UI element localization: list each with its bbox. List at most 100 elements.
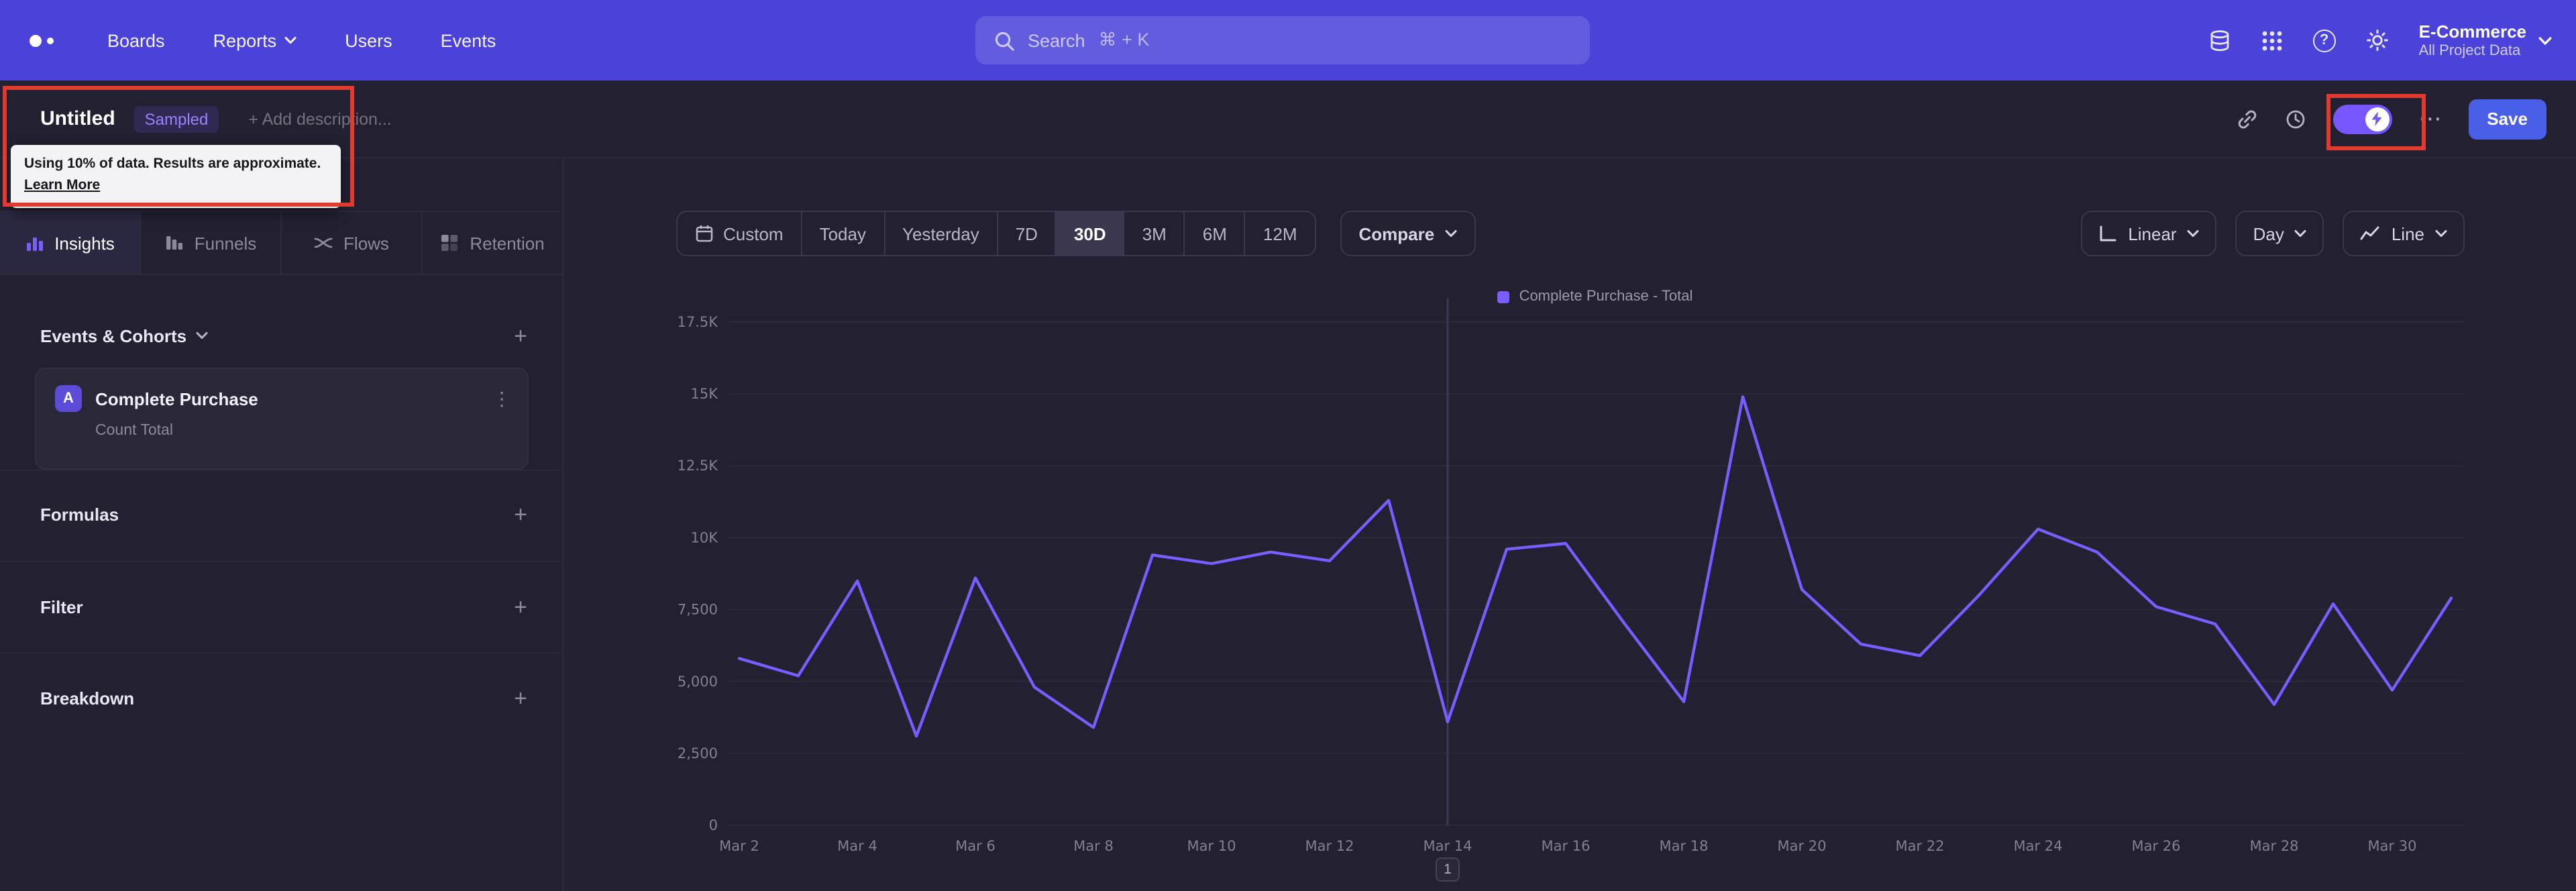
add-event-button[interactable]: +: [514, 324, 527, 347]
sampling-toggle[interactable]: [2332, 104, 2392, 134]
series-badge: A: [55, 385, 82, 412]
project-name: E-Commerce: [2418, 21, 2526, 42]
app-window: Boards Reports Users Events Search ⌘ + K…: [0, 0, 2576, 891]
line-chart[interactable]: 0 2,500 5,000 7,500 10K 12.5K 15K 17.5K Mar 2 Mar…: [564, 242, 2576, 891]
svg-text:Mar 4: Mar 4: [837, 838, 877, 854]
data-management-button[interactable]: [2208, 29, 2231, 52]
more-options-button[interactable]: ⋯: [2418, 107, 2441, 130]
top-right-actions: ? E-Commerce All Project Data: [2208, 0, 2552, 81]
nav-users[interactable]: Users: [345, 30, 392, 50]
axis-icon: [2098, 224, 2117, 243]
add-formula-button[interactable]: +: [514, 503, 527, 525]
add-description[interactable]: + Add description...: [248, 109, 391, 128]
help-icon: ?: [2319, 32, 2329, 48]
divider: [0, 561, 562, 562]
search-placeholder: Search: [1028, 30, 1085, 50]
toolbar-actions: ⋯ Save: [2236, 99, 2546, 139]
report-toolbar: Untitled Sampled + Add description... ⋯ …: [0, 81, 2576, 158]
link-icon: [2237, 109, 2256, 128]
svg-text:10K: 10K: [691, 529, 719, 545]
project-switcher[interactable]: E-Commerce All Project Data: [2419, 21, 2552, 59]
add-breakdown-button[interactable]: +: [514, 686, 527, 709]
svg-text:Mar 2: Mar 2: [719, 838, 759, 854]
divider: [0, 652, 562, 653]
formulas-header: Formulas: [40, 504, 119, 524]
events-cohorts-section: Events & Cohorts +: [40, 319, 527, 352]
main-content: Custom Today Yesterday 7D 30D 3M 6M 12M …: [564, 158, 2576, 891]
breakdown-section: Breakdown +: [40, 682, 527, 714]
svg-text:Mar 12: Mar 12: [1305, 838, 1354, 854]
svg-text:17.5K: 17.5K: [677, 314, 718, 330]
svg-text:Mar 30: Mar 30: [2367, 838, 2416, 854]
copy-link-button[interactable]: [2236, 108, 2257, 129]
tab-insights[interactable]: Insights: [0, 212, 141, 274]
plus-icon: +: [514, 323, 527, 348]
svg-text:Mar 18: Mar 18: [1659, 838, 1708, 854]
tab-funnels[interactable]: Funnels: [141, 212, 282, 274]
svg-text:2,500: 2,500: [678, 745, 718, 762]
svg-text:5,000: 5,000: [678, 674, 718, 690]
logo-dot-icon: [30, 34, 42, 46]
database-icon: [2210, 30, 2229, 51]
help-button[interactable]: ?: [2312, 29, 2336, 52]
line-chart-icon: [2361, 225, 2381, 242]
apps-grid-button[interactable]: [2261, 29, 2284, 52]
chevron-down-icon: [1445, 229, 1457, 238]
ellipsis-icon: ⋯: [2418, 106, 2442, 132]
plus-icon: +: [514, 685, 527, 711]
chevron-down-icon: [2538, 36, 2552, 45]
settings-button[interactable]: [2365, 28, 2390, 52]
tab-flows[interactable]: Flows: [282, 212, 423, 274]
search-input[interactable]: Search ⌘ + K: [975, 16, 1590, 64]
nav-events[interactable]: Events: [441, 30, 496, 50]
retention-icon: [440, 233, 459, 252]
svg-text:Mar 26: Mar 26: [2131, 838, 2180, 854]
add-filter-button[interactable]: +: [514, 595, 527, 618]
plus-icon: +: [514, 594, 527, 619]
pagination-page[interactable]: 1: [1436, 857, 1460, 882]
divider: [0, 470, 562, 471]
svg-text:12.5K: 12.5K: [677, 458, 718, 474]
apps-grid-icon: [2262, 30, 2282, 50]
query-sidebar: Insights Funnels Flows Retention Events …: [0, 158, 564, 891]
calendar-icon: [695, 224, 714, 243]
flows-icon: [314, 233, 333, 252]
svg-text:Mar 6: Mar 6: [955, 838, 996, 854]
svg-text:15K: 15K: [691, 386, 719, 402]
event-name: Complete Purchase: [95, 388, 258, 409]
plus-icon: +: [514, 501, 527, 527]
event-metric-selector[interactable]: Count Total: [95, 423, 527, 439]
nav-reports[interactable]: Reports: [213, 30, 297, 50]
learn-more-link[interactable]: Learn More: [24, 177, 100, 193]
chevron-down-icon: [196, 331, 208, 339]
chevron-down-icon: [2435, 229, 2447, 238]
report-type-tabs: Insights Funnels Flows Retention: [0, 211, 562, 275]
report-title[interactable]: Untitled: [40, 107, 115, 130]
history-button[interactable]: [2284, 108, 2306, 129]
sampling-tooltip-message: Using 10% of data. Results are approxima…: [24, 156, 321, 172]
event-options-button[interactable]: ⋮: [492, 387, 511, 410]
filter-header: Filter: [40, 596, 83, 617]
svg-text:Mar 24: Mar 24: [2013, 838, 2062, 854]
kebab-icon: ⋮: [492, 387, 511, 409]
svg-text:Mar 14: Mar 14: [1423, 838, 1472, 854]
chevron-down-icon: [284, 36, 297, 44]
event-card[interactable]: A Complete Purchase ⋮ Count Total: [35, 368, 529, 470]
formulas-section: Formulas +: [40, 498, 527, 530]
chevron-down-icon: [2188, 229, 2200, 238]
nav-boards[interactable]: Boards: [107, 30, 165, 50]
top-nav: Boards Reports Users Events Search ⌘ + K…: [0, 0, 2576, 81]
insights-icon: [25, 233, 44, 252]
search-icon: [994, 30, 1014, 50]
sampled-badge[interactable]: Sampled: [133, 105, 219, 132]
project-scope: All Project Data: [2418, 43, 2521, 59]
tab-retention[interactable]: Retention: [423, 212, 562, 274]
mixpanel-logo[interactable]: [30, 34, 54, 46]
svg-text:Mar 10: Mar 10: [1187, 838, 1236, 854]
events-cohorts-header[interactable]: Events & Cohorts: [40, 325, 208, 346]
chevron-down-icon: [2295, 229, 2307, 238]
save-button[interactable]: Save: [2468, 99, 2546, 139]
sampling-tooltip: Using 10% of data. Results are approxima…: [11, 145, 341, 207]
funnels-icon: [165, 233, 184, 252]
clock-icon: [2286, 109, 2304, 128]
